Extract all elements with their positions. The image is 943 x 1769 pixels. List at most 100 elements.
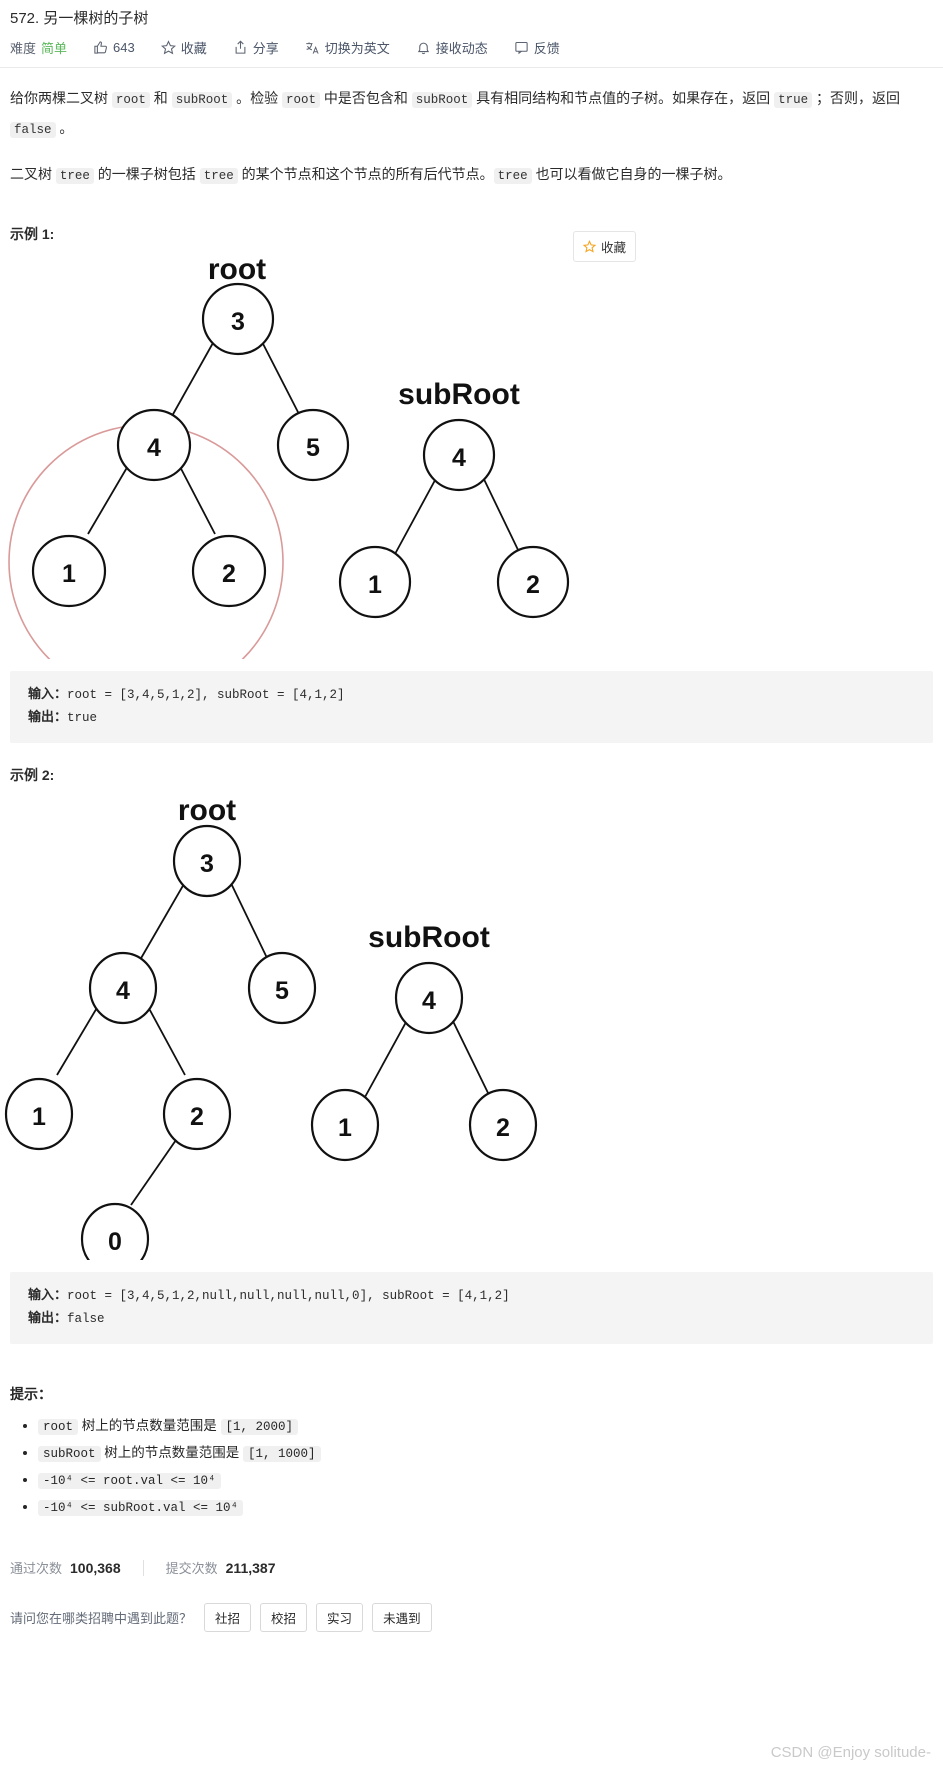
svg-text:subRoot: subRoot bbox=[368, 921, 490, 954]
translate-button[interactable]: 切换为英文 bbox=[305, 38, 390, 57]
example-2-tree-svg: root 3 4 5 1 2 0 subRoot 4 1 2 bbox=[4, 794, 538, 1260]
example-1-figure: root 3 4 5 1 2 subRoot 4 1 2 bbox=[0, 244, 943, 659]
like-count: 643 bbox=[113, 40, 135, 55]
svg-text:0: 0 bbox=[108, 1228, 122, 1256]
share-icon bbox=[233, 40, 248, 55]
desc-text: 给你两棵二叉树 bbox=[10, 90, 112, 106]
subscribe-button[interactable]: 接收动态 bbox=[416, 38, 488, 57]
desc-text: ；否则，返回 bbox=[812, 90, 900, 106]
survey-option-shezhao[interactable]: 社招 bbox=[204, 1603, 252, 1632]
input-value: root = [3,4,5,1,2,null,null,null,null,0]… bbox=[67, 1289, 510, 1303]
hint-range: [1, 2000] bbox=[220, 1419, 299, 1435]
example-2-codeblock: 输入：root = [3,4,5,1,2,null,null,null,null… bbox=[10, 1272, 933, 1344]
watermark: CSDN @Enjoy solitude- bbox=[770, 1744, 931, 1761]
desc-text: 二叉树 bbox=[10, 166, 56, 182]
svg-text:1: 1 bbox=[338, 1114, 352, 1142]
hint-text: 树上的节点数量范围是 bbox=[100, 1445, 244, 1460]
translate-icon bbox=[305, 40, 320, 55]
hint-text: 树上的节点数量范围是 bbox=[78, 1418, 221, 1433]
example-2-figure: root 3 4 5 1 2 0 subRoot 4 1 2 bbox=[0, 785, 943, 1260]
svg-text:2: 2 bbox=[190, 1103, 204, 1131]
code-subroot: subRoot bbox=[171, 92, 233, 108]
submissions-label: 提交次数 bbox=[165, 1561, 218, 1576]
desc-text: 也可以看做它自身的一棵子树。 bbox=[531, 166, 732, 182]
submissions-value: 211,387 bbox=[225, 1559, 276, 1576]
survey-option-xiaozhao[interactable]: 校招 bbox=[260, 1603, 308, 1632]
header-divider bbox=[0, 67, 943, 68]
page-title: 572. 另一棵树的子树 bbox=[10, 10, 149, 27]
input-value: root = [3,4,5,1,2], subRoot = [4,1,2] bbox=[67, 688, 345, 702]
code-tree: tree bbox=[493, 168, 532, 184]
desc-text: 和 bbox=[149, 90, 172, 106]
favorite-meta-label: 收藏 bbox=[180, 41, 207, 56]
output-key: 输出： bbox=[28, 709, 68, 724]
hint-item: -10⁴ <= subRoot.val <= 10⁴ bbox=[38, 1495, 933, 1520]
like-button[interactable]: 643 bbox=[93, 40, 135, 55]
svg-text:2: 2 bbox=[222, 560, 236, 588]
stats-bar: 通过次数 100,368 提交次数 211,387 bbox=[0, 1558, 943, 1577]
example-1-input-line: 输入：root = [3,4,5,1,2], subRoot = [4,1,2] bbox=[28, 683, 915, 706]
share-label: 分享 bbox=[252, 41, 279, 56]
difficulty-group: 难度 简单 bbox=[10, 38, 67, 57]
input-key: 输入： bbox=[28, 686, 68, 701]
hint-code-subroot: subRoot bbox=[38, 1446, 101, 1462]
accepted-label: 通过次数 bbox=[10, 1561, 63, 1576]
translate-label: 切换为英文 bbox=[324, 41, 390, 56]
input-key: 输入： bbox=[28, 1287, 68, 1302]
output-key: 输出： bbox=[28, 1310, 68, 1325]
code-false: false bbox=[10, 122, 56, 138]
survey-option-weiyudao[interactable]: 未遇到 bbox=[372, 1603, 432, 1632]
code-tree: tree bbox=[199, 168, 238, 184]
svg-text:2: 2 bbox=[496, 1114, 510, 1142]
svg-text:4: 4 bbox=[147, 434, 161, 462]
example-2-input-line: 输入：root = [3,4,5,1,2,null,null,null,null… bbox=[28, 1284, 915, 1307]
code-subroot: subRoot bbox=[411, 92, 473, 108]
svg-text:root: root bbox=[178, 794, 236, 827]
example-2-label: 示例 2: bbox=[10, 767, 55, 783]
feedback-icon bbox=[514, 40, 529, 55]
hints-list: root 树上的节点数量范围是 [1, 2000] subRoot 树上的节点数… bbox=[10, 1414, 933, 1520]
difficulty-value: 简单 bbox=[41, 41, 68, 56]
hint-item: -10⁴ <= root.val <= 10⁴ bbox=[38, 1468, 933, 1493]
share-button[interactable]: 分享 bbox=[233, 38, 279, 57]
desc-text: 。检验 bbox=[232, 90, 282, 106]
svg-text:2: 2 bbox=[526, 571, 540, 599]
feedback-label: 反馈 bbox=[533, 41, 560, 56]
svg-text:3: 3 bbox=[231, 308, 245, 336]
description-paragraph-1: 给你两棵二叉树 root 和 subRoot 。检验 root 中是否包含和 s… bbox=[10, 84, 933, 144]
desc-text: 。 bbox=[55, 120, 74, 136]
svg-text:4: 4 bbox=[422, 987, 436, 1015]
svg-text:5: 5 bbox=[275, 977, 289, 1005]
svg-text:1: 1 bbox=[368, 571, 382, 599]
feedback-button[interactable]: 反馈 bbox=[514, 38, 560, 57]
hint-range: [1, 1000] bbox=[243, 1446, 321, 1462]
svg-text:4: 4 bbox=[452, 444, 466, 472]
problem-content: 给你两棵二叉树 root 和 subRoot 。检验 root 中是否包含和 s… bbox=[0, 84, 943, 244]
favorite-meta-button[interactable]: 收藏 bbox=[160, 38, 207, 57]
code-root: root bbox=[281, 92, 320, 108]
example-1-label: 示例 1: bbox=[10, 226, 55, 242]
survey-option-shixi[interactable]: 实习 bbox=[316, 1603, 364, 1632]
hints-title: 提示： bbox=[10, 1386, 52, 1402]
hint-root-val-range: -10⁴ <= root.val <= 10⁴ bbox=[38, 1473, 221, 1489]
example-1-output-line: 输出：true bbox=[28, 706, 915, 729]
example-1-tree-svg: root 3 4 5 1 2 subRoot 4 1 2 bbox=[8, 253, 570, 659]
accepted-value: 100,368 bbox=[70, 1559, 121, 1576]
desc-text: 具有相同结构和节点值的子树。如果存在，返回 bbox=[472, 90, 775, 106]
example-1-codeblock: 输入：root = [3,4,5,1,2], subRoot = [4,1,2]… bbox=[10, 671, 933, 743]
code-true: true bbox=[774, 92, 813, 108]
hint-code-root: root bbox=[38, 1419, 79, 1435]
svg-text:root: root bbox=[208, 253, 266, 286]
example-2-io: 输入：root = [3,4,5,1,2,null,null,null,null… bbox=[0, 1272, 943, 1520]
code-root: root bbox=[111, 92, 150, 108]
stats-divider bbox=[142, 1559, 144, 1576]
description-paragraph-2: 二叉树 tree 的一棵子树包括 tree 的某个节点和这个节点的所有后代节点。… bbox=[10, 160, 933, 190]
thumbs-up-icon bbox=[93, 40, 108, 55]
desc-text: 的某个节点和这个节点的所有后代节点。 bbox=[237, 166, 494, 182]
desc-text: 中是否包含和 bbox=[320, 90, 412, 106]
example-1-io: 输入：root = [3,4,5,1,2], subRoot = [4,1,2]… bbox=[0, 671, 943, 785]
subscribe-label: 接收动态 bbox=[435, 41, 488, 56]
svg-text:4: 4 bbox=[116, 977, 130, 1005]
hint-item: root 树上的节点数量范围是 [1, 2000] bbox=[38, 1414, 933, 1439]
problem-meta-bar: 难度 简单 643 收藏 分享 切换为英文 接收动态 反馈 bbox=[0, 30, 943, 67]
